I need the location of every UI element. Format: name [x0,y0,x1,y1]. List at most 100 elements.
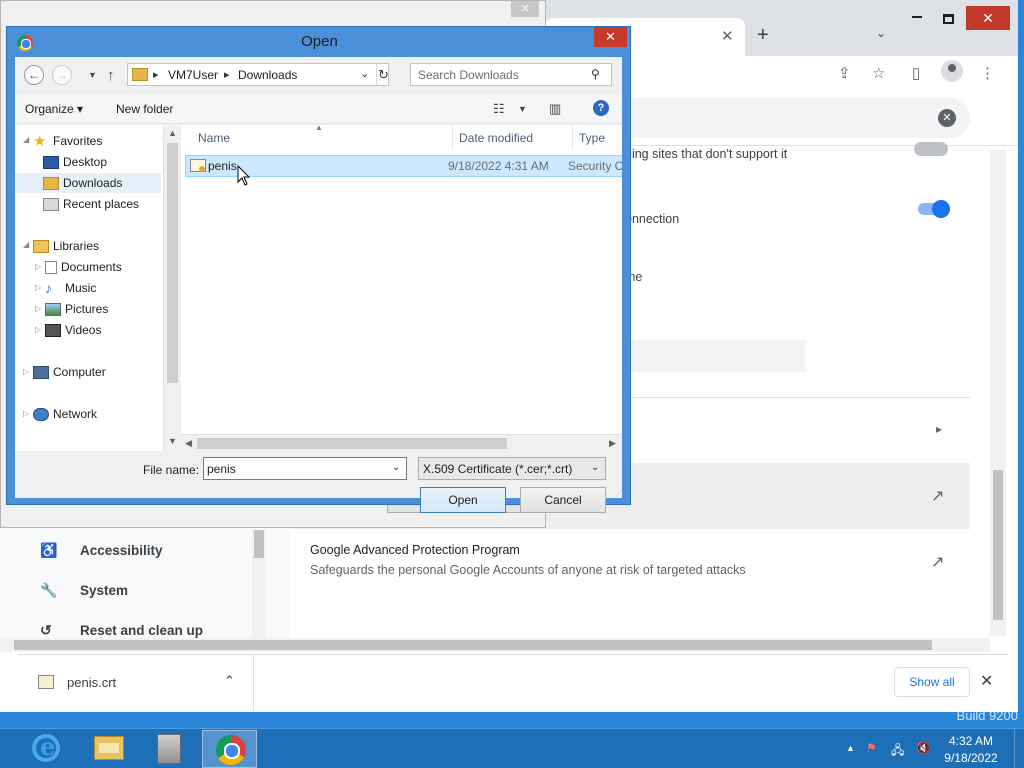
chrome-close-button[interactable]: ✕ [966,6,1010,30]
collapse-arrow-icon[interactable]: ▷ [23,409,29,418]
nav-scroll-thumb[interactable] [167,143,178,383]
nav-pane-scrollbar[interactable]: ▲ ▼ [163,125,180,451]
horizontal-scrollbar[interactable] [0,638,990,652]
menu-kebab-icon[interactable]: ⋮ [980,64,995,82]
tree-item-pictures[interactable]: Pictures [45,299,108,319]
organize-menu[interactable]: Organize ▾ [25,102,83,116]
tree-item-recent[interactable]: Recent places [43,194,139,214]
sidebar-item-accessibility[interactable]: ♿ Accessibility [40,542,163,564]
chrome-taskbar-button[interactable] [202,730,257,768]
file-type-select[interactable]: X.509 Certificate (*.cer;*.crt) ⌄ [418,457,606,480]
external-link-icon[interactable]: ↗ [931,486,944,506]
sidebar-scrollbar[interactable] [252,530,266,638]
horizontal-scroll-thumb[interactable] [14,640,932,650]
collapse-arrow-icon[interactable]: ▷ [35,262,41,271]
download-item[interactable]: penis.crt ⌃ [18,655,254,711]
search-box[interactable]: ⚲ [410,63,612,86]
device-taskbar-button[interactable] [141,730,196,768]
cancel-button[interactable]: Cancel [520,487,606,513]
bookmark-star-icon[interactable]: ☆ [872,64,885,82]
vertical-scroll-thumb[interactable] [993,470,1003,620]
new-folder-button[interactable]: New folder [116,102,173,116]
bg-dialog-close-icon[interactable]: ✕ [511,1,539,17]
tree-item-network[interactable]: Network [33,404,97,424]
forward-button[interactable]: → [52,65,72,85]
breadcrumb-separator[interactable]: ▸ [224,68,230,81]
toggle-on[interactable] [918,200,950,218]
view-options-icon[interactable]: ☷ [493,101,505,117]
column-header-date[interactable]: Date modified [453,125,573,150]
toggle-off[interactable] [914,142,948,156]
clock-time[interactable]: 4:32 AM [946,734,996,748]
chevron-up-icon[interactable]: ⌃ [224,673,235,689]
collapse-arrow-icon[interactable]: ▷ [23,367,29,376]
volume-muted-icon[interactable]: 🔇 [916,741,931,755]
clock-date[interactable]: 9/18/2022 [943,751,999,765]
address-dropdown-icon[interactable]: ⌄ [360,67,369,80]
tree-item-music[interactable]: ♪ Music [45,278,96,298]
recent-locations-dropdown[interactable]: ▼ [88,70,97,80]
file-explorer-taskbar-button[interactable] [80,730,135,768]
help-icon[interactable]: ? [593,100,609,116]
external-link-icon[interactable]: ↗ [931,552,944,572]
tab-search-icon[interactable]: ⌄ [876,26,886,40]
refresh-icon[interactable]: ↻ [376,64,390,85]
open-button[interactable]: Open [420,487,506,513]
chevron-right-icon[interactable]: ▸ [936,422,942,436]
search-icon: ⚲ [591,67,600,81]
tree-item-favorites[interactable]: ★ Favorites [33,131,102,151]
expand-arrow-icon[interactable]: ◢ [23,240,29,249]
breadcrumb-downloads[interactable]: Downloads [238,68,297,82]
collapse-arrow-icon[interactable]: ▷ [35,304,41,313]
sidebar-item-system[interactable]: 🔧 System [40,582,128,604]
collapse-arrow-icon[interactable]: ▷ [35,283,41,292]
maximize-button[interactable] [943,14,954,24]
tree-item-libraries[interactable]: Libraries [33,236,99,256]
tree-item-documents[interactable]: Documents [45,257,122,277]
network-tray-icon[interactable]: 🖧 [891,741,904,762]
breadcrumb-separator[interactable]: ▸ [153,68,159,81]
view-dropdown-icon[interactable]: ▼ [518,104,527,114]
expand-arrow-icon[interactable]: ◢ [23,135,29,144]
minimize-button[interactable] [910,6,924,20]
tree-item-videos[interactable]: Videos [45,320,101,340]
tree-item-downloads[interactable]: Downloads [15,173,161,193]
profile-avatar[interactable] [941,60,963,82]
show-hidden-icons[interactable]: ▲ [846,743,855,753]
chevron-down-icon[interactable]: ⌄ [392,462,400,473]
column-header-name[interactable]: ▲ Name [181,125,453,150]
internet-explorer-taskbar-button[interactable] [18,730,73,768]
vertical-scrollbar[interactable] [990,150,1006,636]
show-all-button[interactable]: Show all [894,667,970,697]
column-header-type[interactable]: Type [573,125,622,150]
search-input[interactable] [411,64,591,85]
file-name-combobox[interactable]: ⌄ [203,457,407,480]
address-bar[interactable]: ▸ VM7User ▸ Downloads ⌄ ↻ [127,63,389,86]
tree-item-desktop[interactable]: Desktop [43,152,107,172]
sidebar-scroll-thumb[interactable] [254,530,264,558]
scroll-left-icon[interactable]: ◀ [185,438,192,449]
up-folder-icon[interactable]: ↑ [107,67,115,84]
side-panel-icon[interactable]: ▯ [912,64,920,82]
preview-pane-icon[interactable]: ▥ [549,101,561,117]
new-tab-button[interactable]: + [757,24,769,47]
tab-close-icon[interactable]: ✕ [721,27,734,45]
scroll-right-icon[interactable]: ▶ [609,438,616,449]
scroll-down-icon[interactable]: ▼ [168,436,177,446]
file-name-input[interactable] [204,458,384,479]
action-center-icon[interactable]: ⚑ [866,741,877,755]
share-icon[interactable]: ⇪ [838,64,851,82]
breadcrumb-vm7user[interactable]: VM7User [168,68,218,82]
show-desktop-button[interactable] [1014,729,1024,768]
search-clear-icon[interactable]: ✕ [938,109,956,127]
scroll-up-icon[interactable]: ▲ [168,128,177,138]
tree-item-computer[interactable]: Computer [33,362,106,382]
dialog-close-button[interactable]: ✕ [594,27,627,47]
collapse-arrow-icon[interactable]: ▷ [35,325,41,334]
close-download-bar-icon[interactable]: ✕ [980,671,993,691]
resize-grip[interactable]: ⋰ [615,489,623,498]
file-hscroll-thumb[interactable] [197,438,507,449]
file-pane-hscrollbar[interactable]: ◀ ▶ [181,434,622,451]
chevron-down-icon[interactable]: ⌄ [591,462,599,473]
back-button[interactable]: ← [24,65,44,85]
